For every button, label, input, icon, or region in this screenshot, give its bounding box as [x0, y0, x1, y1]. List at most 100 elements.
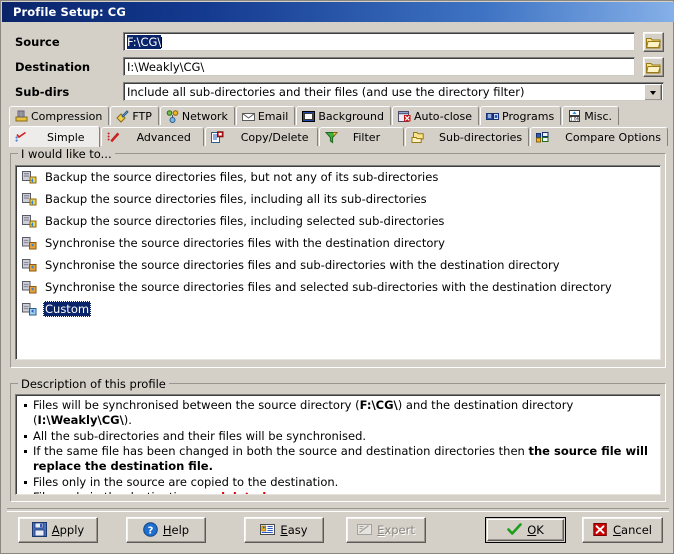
source-browse-button[interactable]	[643, 32, 664, 52]
tab-filter[interactable]: Filter	[318, 127, 404, 146]
copy-delete-icon	[210, 130, 224, 144]
sync-icon	[22, 258, 37, 272]
desc-text: Files only in the destination are	[33, 490, 217, 494]
list-item[interactable]: Custom	[16, 298, 660, 320]
help-button[interactable]: ? Help	[126, 517, 206, 543]
description-line-5: Files only in the destination are delete…	[22, 490, 655, 494]
tab-compression[interactable]: Compression	[9, 106, 110, 125]
description-groupbox-title: Description of this profile	[18, 377, 169, 391]
text-caret	[161, 37, 163, 48]
list-item-label: Synchronise the source directories files…	[45, 236, 445, 250]
ok-button[interactable]: OK	[485, 517, 566, 543]
tab-copy-delete[interactable]: Copy/Delete	[204, 127, 318, 146]
tab-label: Auto-close	[413, 109, 473, 123]
easy-button[interactable]: Easy	[244, 517, 324, 543]
tabstrip-top: Compression FTP Network Email Background…	[9, 106, 669, 126]
tab-label: Copy/Delete	[240, 130, 309, 144]
compression-icon	[15, 110, 28, 123]
desc-text: Files will be synchronised between the s…	[33, 398, 360, 412]
subdirs-dropdown-button[interactable]	[644, 84, 662, 100]
list-item[interactable]: Backup the source directories files, but…	[16, 166, 660, 188]
list-item[interactable]: Backup the source directories files, inc…	[16, 210, 660, 232]
description-line-2: All the sub-directories and their files …	[22, 429, 655, 444]
description-panel: Files will be synchronised between the s…	[15, 394, 661, 495]
folder-icon	[646, 62, 661, 73]
backup-icon	[22, 170, 37, 184]
destination-browse-button[interactable]	[643, 57, 664, 77]
filter-funnel-icon	[324, 131, 338, 144]
network-icon	[166, 109, 179, 123]
apply-button[interactable]: Apply	[18, 517, 98, 543]
tab-background[interactable]: Background	[296, 106, 391, 125]
tab-advanced[interactable]: Advanced	[100, 127, 204, 146]
email-icon	[241, 110, 255, 123]
source-input-value: F:\CG\	[127, 35, 162, 49]
profile-setup-dialog: Profile Setup: CG Source F:\CG\ Destinat…	[0, 0, 674, 554]
tab-ftp[interactable]: FTP	[110, 106, 159, 125]
tab-sub-directories[interactable]: Sub-directories	[404, 127, 530, 146]
list-item-label: Backup the source directories files, inc…	[45, 214, 445, 228]
ok-button-label: OK	[527, 523, 544, 537]
source-input[interactable]: F:\CG\	[123, 32, 635, 51]
tab-network[interactable]: Network	[159, 106, 235, 125]
backup-icon	[22, 214, 37, 228]
list-item-label: Synchronise the source directories files…	[45, 280, 612, 294]
tab-auto-close[interactable]: Auto-close	[391, 106, 480, 125]
background-icon	[302, 110, 316, 123]
cancel-button[interactable]: Cancel	[582, 517, 663, 543]
apply-button-label: Apply	[51, 523, 85, 537]
programs-icon	[486, 110, 500, 123]
cancel-button-label: Cancel	[613, 523, 652, 537]
expert-button[interactable]: Expert	[346, 517, 426, 543]
source-label-row: Source	[15, 32, 60, 52]
destination-input-value: I:\Weakly\CG\	[127, 60, 205, 74]
advanced-icon	[107, 131, 120, 144]
list-item[interactable]: Backup the source directories files, inc…	[16, 188, 660, 210]
subdirs-label-row: Sub-dirs	[15, 82, 69, 102]
description-line-4: Files only in the source are copied to t…	[22, 475, 655, 490]
tab-label: Compression	[31, 109, 103, 123]
list-item[interactable]: Synchronise the source directories files…	[16, 276, 660, 298]
list-item[interactable]: Synchronise the source directories files…	[16, 254, 660, 276]
simple-check-icon	[15, 131, 28, 144]
subdirs-select[interactable]: Include all sub-directories and their fi…	[123, 82, 664, 101]
ftp-icon	[116, 109, 130, 123]
tab-label: Misc.	[584, 109, 613, 123]
tab-programs[interactable]: Programs	[480, 106, 562, 125]
desc-text: If the same file has been changed in bot…	[33, 444, 529, 458]
list-item-label: Backup the source directories files, but…	[45, 170, 439, 184]
folder-icon	[646, 37, 661, 48]
easy-button-label: Easy	[280, 523, 308, 537]
desc-source-path: F:\CG\	[359, 398, 398, 412]
desc-danger-word: deleted	[217, 490, 266, 494]
tab-label: Filter	[352, 130, 381, 144]
tab-label: Email	[257, 109, 289, 123]
desc-text: Files only in the source are copied to t…	[33, 474, 339, 489]
sub-directories-icon	[411, 131, 424, 144]
window-title: Profile Setup: CG	[13, 5, 126, 19]
subdirs-label: Sub-dirs	[15, 85, 70, 99]
tab-label: Simple	[47, 130, 85, 144]
svg-text:?: ?	[147, 525, 153, 536]
compare-options-icon	[536, 131, 549, 144]
list-item[interactable]: Synchronise the source directories files…	[16, 232, 660, 254]
tab-label: Network	[181, 109, 228, 123]
tab-misc[interactable]: 1.06 Misc.	[562, 106, 620, 125]
description-list: Files will be synchronised between the s…	[22, 398, 655, 494]
list-item-label: Custom	[43, 301, 92, 317]
destination-label: Destination	[15, 60, 91, 74]
sync-icon	[22, 236, 37, 250]
tab-label: Background	[318, 109, 384, 123]
green-check-icon	[507, 522, 523, 538]
desc-destination-path: I:\Weakly\CG\	[37, 413, 124, 427]
desc-text: All the sub-directories and their files …	[33, 428, 367, 443]
tab-label: Advanced	[136, 130, 191, 144]
tab-compare-options[interactable]: Compare Options	[530, 127, 668, 146]
destination-input[interactable]: I:\Weakly\CG\	[123, 57, 635, 76]
svg-text:1.06: 1.06	[570, 116, 580, 121]
tab-email[interactable]: Email	[235, 106, 296, 125]
auto-close-icon	[397, 110, 411, 123]
actions-listbox[interactable]: Backup the source directories files, but…	[15, 165, 661, 360]
tab-simple[interactable]: Simple	[9, 126, 100, 147]
chevron-down-icon	[650, 90, 656, 95]
